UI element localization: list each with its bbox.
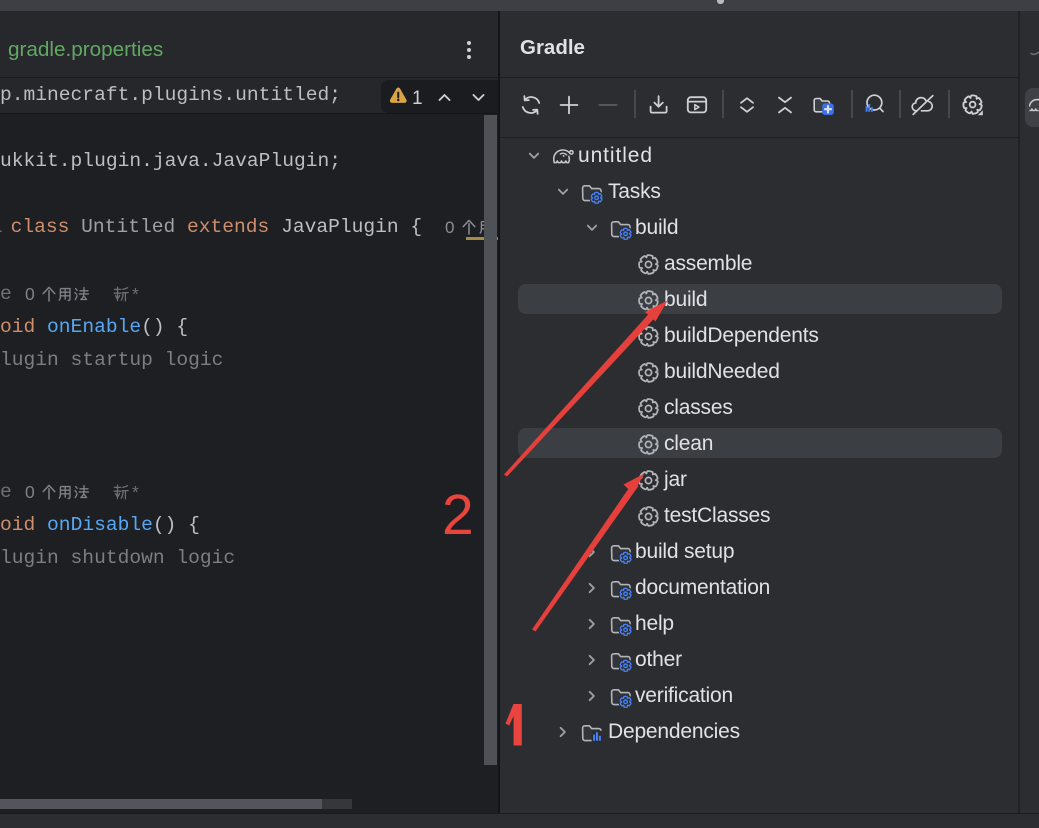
svg-text:2: 2 [442, 483, 474, 547]
